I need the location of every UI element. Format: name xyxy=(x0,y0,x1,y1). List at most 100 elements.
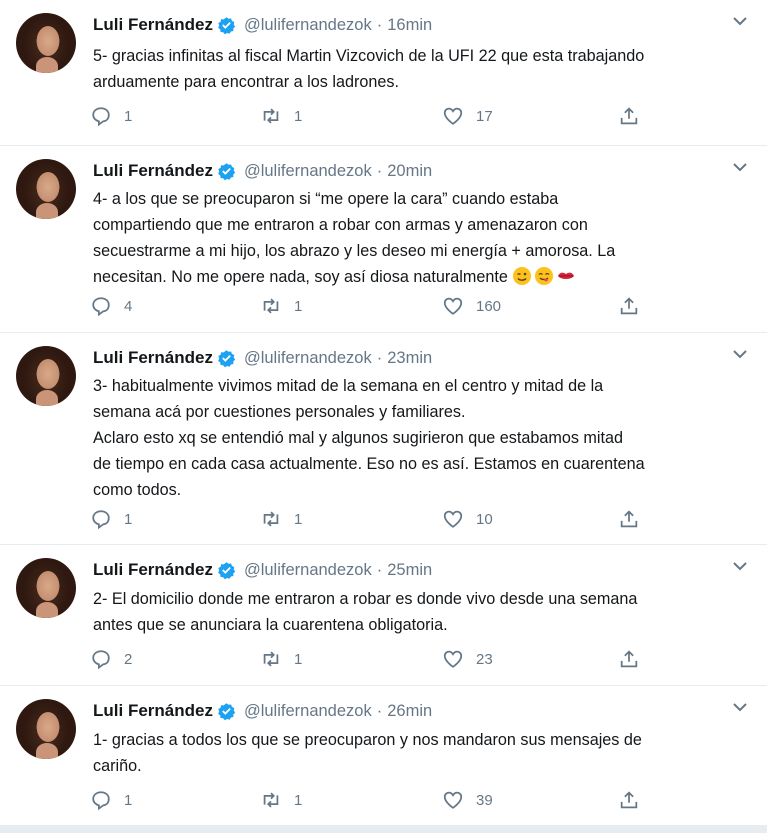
author-handle[interactable]: @lulifernandezok xyxy=(244,162,372,181)
reply-icon xyxy=(92,650,110,670)
reply-count: 2 xyxy=(124,650,133,668)
retweet-button[interactable]: 1 xyxy=(260,647,302,671)
tweet-header: Luli Fernández @lulifernandezok · 26min xyxy=(93,700,707,722)
retweet-icon xyxy=(263,651,279,667)
feed-bottom-divider xyxy=(0,826,767,833)
tweet-actions: 1 1 10 xyxy=(90,507,650,531)
tweet-actions: 4 1 160 xyxy=(90,294,650,318)
heart-icon xyxy=(443,791,463,809)
reply-count: 1 xyxy=(124,107,133,125)
tweet[interactable]: Luli Fernández @lulifernandezok · 16min … xyxy=(0,0,767,146)
like-count: 160 xyxy=(476,297,502,315)
separator-dot: · xyxy=(376,560,383,579)
author-name[interactable]: Luli Fernández xyxy=(93,701,213,721)
reply-button[interactable]: 1 xyxy=(90,507,132,531)
author-name[interactable]: Luli Fernández xyxy=(93,15,213,35)
share-button[interactable] xyxy=(618,104,652,128)
author-handle[interactable]: @lulifernandezok xyxy=(244,16,372,35)
retweet-count: 1 xyxy=(294,650,303,668)
avatar[interactable] xyxy=(16,699,76,759)
heart-icon xyxy=(443,510,463,528)
tweet-timestamp[interactable]: 26min xyxy=(387,702,432,721)
tweet[interactable]: Luli Fernández @lulifernandezok · 23min … xyxy=(0,333,767,545)
retweet-button[interactable]: 1 xyxy=(260,104,302,128)
verified-badge-icon xyxy=(218,702,236,720)
chevron-down-icon[interactable] xyxy=(731,160,749,174)
share-icon xyxy=(620,510,638,528)
heart-icon xyxy=(443,107,463,125)
tweet-timestamp[interactable]: 25min xyxy=(387,561,432,580)
avatar[interactable] xyxy=(16,558,76,618)
reply-count: 1 xyxy=(124,510,133,528)
share-icon xyxy=(620,107,638,125)
reply-button[interactable]: 1 xyxy=(90,104,132,128)
tweet[interactable]: Luli Fernández @lulifernandezok · 20min … xyxy=(0,146,767,333)
tweet-header: Luli Fernández @lulifernandezok · 20min xyxy=(93,160,707,182)
reply-button[interactable]: 1 xyxy=(90,788,132,812)
like-button[interactable]: 17 xyxy=(442,104,493,128)
retweet-count: 1 xyxy=(294,297,303,315)
retweet-button[interactable]: 1 xyxy=(260,294,302,318)
verified-badge-icon xyxy=(218,561,236,579)
author-name[interactable]: Luli Fernández xyxy=(93,161,213,181)
verified-badge-icon xyxy=(218,349,236,367)
reply-button[interactable]: 2 xyxy=(90,647,132,671)
tweet-header: Luli Fernández @lulifernandezok · 25min xyxy=(93,559,707,581)
like-button[interactable]: 160 xyxy=(442,294,501,318)
tweet-actions: 1 1 17 xyxy=(90,104,650,128)
reply-icon xyxy=(92,510,110,530)
share-button[interactable] xyxy=(618,788,652,812)
tweet-text: 1- gracias a todos los que se preocuparo… xyxy=(93,731,642,775)
retweet-count: 1 xyxy=(294,510,303,528)
avatar[interactable] xyxy=(16,159,76,219)
tweet-header: Luli Fernández @lulifernandezok · 23min xyxy=(93,347,707,369)
like-button[interactable]: 10 xyxy=(442,507,493,531)
reply-count: 1 xyxy=(124,791,133,809)
share-icon xyxy=(620,650,638,668)
reply-button[interactable]: 4 xyxy=(90,294,132,318)
author-handle[interactable]: @lulifernandezok xyxy=(244,702,372,721)
author-name[interactable]: Luli Fernández xyxy=(93,560,213,580)
author-handle[interactable]: @lulifernandezok xyxy=(244,349,372,368)
avatar[interactable] xyxy=(16,346,76,406)
tweet-actions: 1 1 39 xyxy=(90,788,650,812)
tweet-text: 2- El domicilio donde me entraron a roba… xyxy=(93,590,638,634)
chevron-down-icon[interactable] xyxy=(731,347,749,361)
author-handle[interactable]: @lulifernandezok xyxy=(244,561,372,580)
avatar[interactable] xyxy=(16,13,76,73)
chevron-down-icon[interactable] xyxy=(731,559,749,573)
reply-icon xyxy=(92,791,110,811)
kiss-lips-emoji xyxy=(558,272,575,279)
share-icon xyxy=(620,297,638,315)
tweet[interactable]: Luli Fernández @lulifernandezok · 26min … xyxy=(0,686,767,826)
retweet-button[interactable]: 1 xyxy=(260,788,302,812)
like-count: 17 xyxy=(476,107,493,125)
share-button[interactable] xyxy=(618,647,652,671)
retweet-icon xyxy=(263,792,279,808)
reply-icon xyxy=(92,107,110,127)
tweet-text: 4- a los que se preocuparon si “me opere… xyxy=(93,186,753,290)
heart-icon xyxy=(443,297,463,315)
like-count: 23 xyxy=(476,650,493,668)
tweet-timestamp[interactable]: 20min xyxy=(387,162,432,181)
share-button[interactable] xyxy=(618,294,652,318)
like-button[interactable]: 23 xyxy=(442,647,493,671)
retweet-count: 1 xyxy=(294,791,303,809)
retweet-count: 1 xyxy=(294,107,303,125)
like-count: 39 xyxy=(476,791,493,809)
tweet-timestamp[interactable]: 23min xyxy=(387,349,432,368)
author-name[interactable]: Luli Fernández xyxy=(93,348,213,368)
tweet[interactable]: Luli Fernández @lulifernandezok · 25min … xyxy=(0,545,767,686)
reply-count: 4 xyxy=(124,297,133,315)
share-button[interactable] xyxy=(618,507,652,531)
retweet-button[interactable]: 1 xyxy=(260,507,302,531)
separator-dot: · xyxy=(376,348,383,367)
heart-icon xyxy=(443,650,463,668)
tweet-timestamp[interactable]: 16min xyxy=(387,16,432,35)
tweet-feed: Luli Fernández @lulifernandezok · 16min … xyxy=(0,0,767,833)
chevron-down-icon[interactable] xyxy=(731,700,749,714)
separator-dot: · xyxy=(376,701,383,720)
chevron-down-icon[interactable] xyxy=(731,14,749,28)
tweet-text: 5- gracias infinitas al fiscal Martin Vi… xyxy=(93,47,645,91)
like-button[interactable]: 39 xyxy=(442,788,493,812)
